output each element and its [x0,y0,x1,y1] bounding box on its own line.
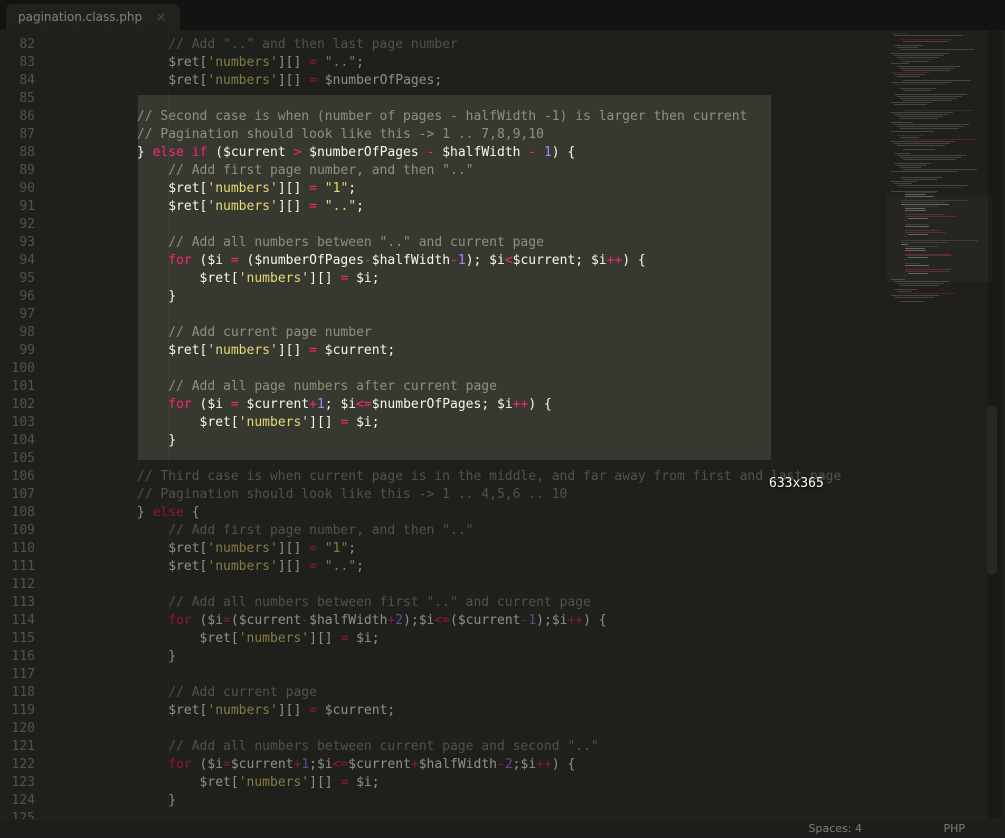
line-number: 106 [0,468,35,486]
code-line[interactable]: 118 // Add current page [0,684,1005,702]
line-number: 108 [0,504,35,522]
line-number: 118 [0,684,35,702]
code-line[interactable]: 112 [0,576,1005,594]
line-number: 103 [0,414,35,432]
line-number: 102 [0,396,35,414]
line-number: 105 [0,450,35,468]
code-text: // Add all numbers between first ".." an… [43,594,591,612]
line-number: 93 [0,234,35,252]
line-number: 116 [0,648,35,666]
code-line[interactable]: 124 } [0,792,1005,810]
code-line[interactable]: 107 // Pagination should look like this … [0,486,1005,504]
line-number: 97 [0,306,35,324]
code-line[interactable]: 113 // Add all numbers between first "..… [0,594,1005,612]
code-line[interactable]: 116 } [0,648,1005,666]
line-number: 95 [0,270,35,288]
code-text: // Add first page number, and then ".." [43,522,473,540]
line-number: 121 [0,738,35,756]
code-text: $ret['numbers'][] = $numberOfPages; [43,72,442,90]
scrollbar-thumb[interactable] [987,405,997,575]
code-line[interactable]: 117 [0,666,1005,684]
line-number: 113 [0,594,35,612]
line-number: 86 [0,108,35,126]
line-number: 91 [0,198,35,216]
code-line[interactable]: 121 // Add all numbers between current p… [0,738,1005,756]
tab-pagination-class-php[interactable]: pagination.class.php × [6,4,180,30]
tab-label: pagination.class.php [18,10,142,24]
line-number: 92 [0,216,35,234]
line-number: 99 [0,342,35,360]
tab-bar: pagination.class.php × [0,0,1005,30]
code-text: } [43,648,176,666]
line-number: 90 [0,180,35,198]
line-number: 98 [0,324,35,342]
code-line[interactable]: 123 $ret['numbers'][] = $i; [0,774,1005,792]
line-number: 96 [0,288,35,306]
line-number: 83 [0,54,35,72]
code-text: $ret['numbers'][] = ".."; [43,558,364,576]
code-text: $ret['numbers'][] = $i; [43,774,380,792]
code-line[interactable]: 82 // Add ".." and then last page number [0,36,1005,54]
code-line[interactable]: 108 } else { [0,504,1005,522]
close-icon[interactable]: × [156,10,166,24]
code-line[interactable]: 122 for ($i=$current+1;$i<=$current+$hal… [0,756,1005,774]
line-number: 101 [0,378,35,396]
line-number: 94 [0,252,35,270]
line-number: 104 [0,432,35,450]
line-number: 120 [0,720,35,738]
code-text: // Add ".." and then last page number [43,36,458,54]
selection-size-label: 633x365 [769,476,824,491]
scrollbar-track[interactable] [988,30,1002,820]
line-number: 109 [0,522,35,540]
line-number: 89 [0,162,35,180]
code-line[interactable]: 111 $ret['numbers'][] = ".."; [0,558,1005,576]
code-line[interactable]: 106 // Third case is when current page i… [0,468,1005,486]
line-number: 111 [0,558,35,576]
code-text: // Add current page [43,684,317,702]
line-number: 107 [0,486,35,504]
status-syntax-mode[interactable]: PHP [943,820,965,837]
line-number: 124 [0,792,35,810]
code-text: $ret['numbers'][] = $current; [43,702,395,720]
screenshot-selection[interactable] [138,95,771,460]
line-number: 85 [0,90,35,108]
line-number: 123 [0,774,35,792]
code-text: } else { [43,504,200,522]
code-line[interactable]: 114 for ($i=($current-$halfWidth+2);$i<=… [0,612,1005,630]
line-number: 112 [0,576,35,594]
code-line[interactable]: 120 [0,720,1005,738]
line-number: 122 [0,756,35,774]
line-number: 100 [0,360,35,378]
code-line[interactable]: 119 $ret['numbers'][] = $current; [0,702,1005,720]
line-number: 87 [0,126,35,144]
code-line[interactable]: 84 $ret['numbers'][] = $numberOfPages; [0,72,1005,90]
code-text: $ret['numbers'][] = "1"; [43,540,356,558]
code-text: for ($i=$current+1;$i<=$current+$halfWid… [43,756,575,774]
code-line[interactable]: 115 $ret['numbers'][] = $i; [0,630,1005,648]
code-line[interactable]: 110 $ret['numbers'][] = "1"; [0,540,1005,558]
status-bar: Spaces: 4 PHP [0,819,1005,838]
line-number: 117 [0,666,35,684]
line-number: 114 [0,612,35,630]
code-text: // Add all numbers between current page … [43,738,599,756]
code-text: } [43,792,176,810]
line-number: 110 [0,540,35,558]
status-indent-setting[interactable]: Spaces: 4 [809,820,862,837]
code-line[interactable]: 83 $ret['numbers'][] = ".."; [0,54,1005,72]
code-line[interactable]: 109 // Add first page number, and then "… [0,522,1005,540]
sublime-text-window: pagination.class.php × 82 // Add ".." an… [0,0,1005,838]
code-text: // Third case is when current page is in… [43,468,841,486]
minimap-viewport[interactable] [886,195,992,282]
code-text: $ret['numbers'][] = ".."; [43,54,364,72]
minimap-row [891,301,987,303]
line-number: 82 [0,36,35,54]
line-number: 115 [0,630,35,648]
code-text: $ret['numbers'][] = $i; [43,630,380,648]
code-text: // Pagination should look like this -> 1… [43,486,567,504]
line-number: 88 [0,144,35,162]
line-number: 119 [0,702,35,720]
code-text: for ($i=($current-$halfWidth+2);$i<=($cu… [43,612,607,630]
line-number: 84 [0,72,35,90]
